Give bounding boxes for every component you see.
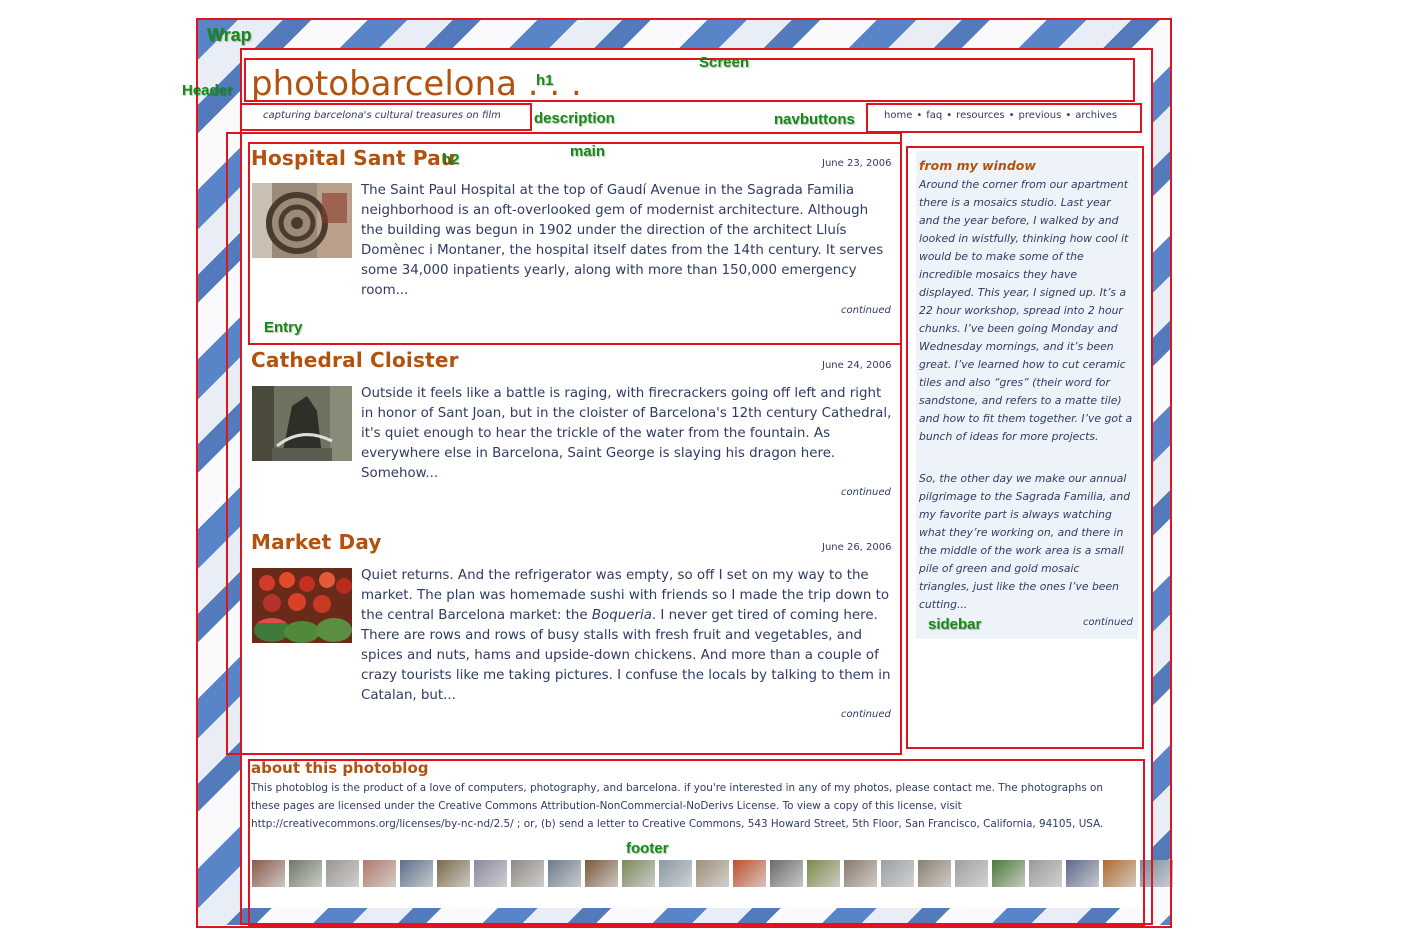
annotation-label-entry: Entry — [264, 319, 303, 336]
annotation-label-main: main — [570, 143, 606, 160]
annotation-label-footer: footer — [626, 840, 669, 857]
annotation-label-navbuttons: navbuttons — [774, 111, 855, 128]
annotation-label-header: Header — [182, 82, 233, 99]
annotation-label-description: description — [534, 110, 615, 127]
annotation-box-header — [244, 58, 1135, 102]
annotation-label-h1: h1 — [536, 72, 554, 89]
annotation-box-description — [240, 103, 532, 131]
annotation-label-wrap: Wrap — [207, 25, 252, 45]
annotation-box-entry — [248, 142, 902, 345]
annotation-label-sidebar: sidebar — [928, 616, 982, 633]
annotation-box-sidebar — [906, 146, 1144, 749]
annotation-label-screen: Screen — [699, 54, 750, 71]
annotation-box-footer — [248, 759, 1145, 926]
annotation-label-h2: h2 — [442, 151, 460, 168]
annotation-box-navbuttons — [866, 103, 1142, 133]
